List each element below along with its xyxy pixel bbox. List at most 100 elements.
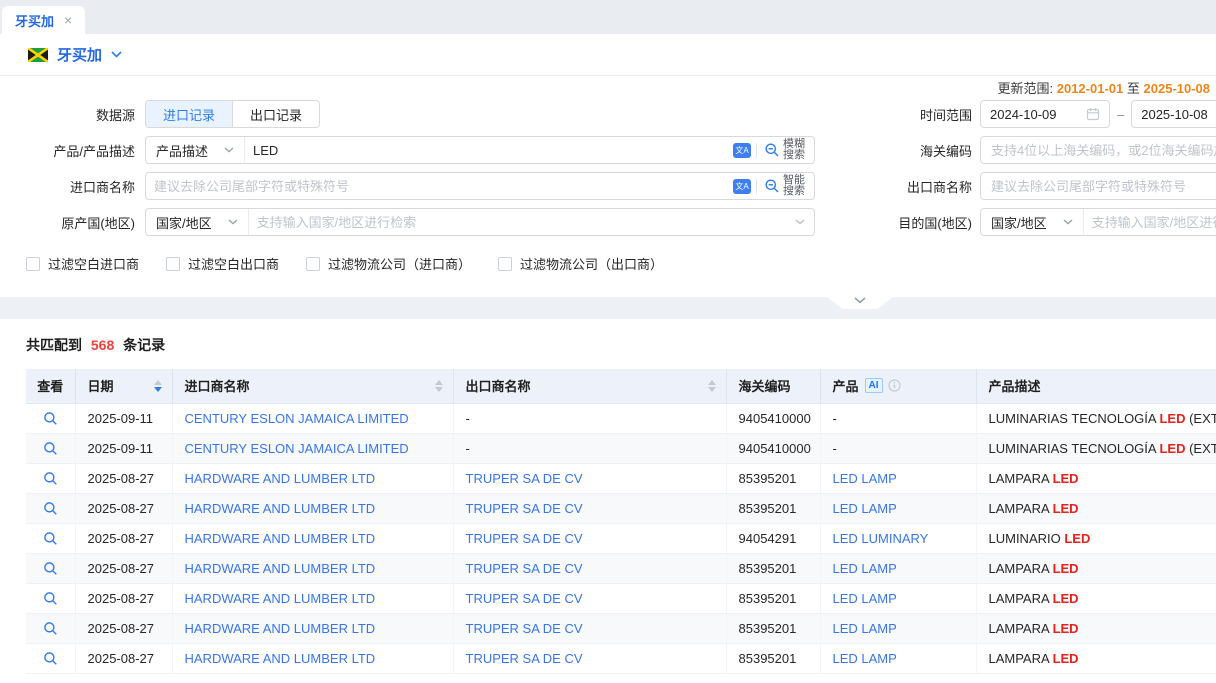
importer-link[interactable]: CENTURY ESLON JAMAICA LIMITED bbox=[185, 411, 409, 426]
description-cell: LAMPARA LED bbox=[976, 583, 1216, 613]
importer-link[interactable]: HARDWARE AND LUMBER LTD bbox=[185, 531, 376, 546]
table-row: 2025-09-11 CENTURY ESLON JAMAICA LIMITED… bbox=[26, 433, 1216, 463]
sort-control-date[interactable] bbox=[152, 378, 164, 394]
product-search-input[interactable] bbox=[245, 138, 733, 162]
product-link[interactable]: LED LAMP bbox=[833, 621, 897, 636]
chevron-down-icon[interactable] bbox=[111, 51, 122, 58]
exporter-link[interactable]: TRUPER SA DE CV bbox=[466, 651, 583, 666]
hs-code-input[interactable] bbox=[980, 136, 1216, 164]
chevron-down-icon bbox=[228, 219, 238, 225]
translate-icon[interactable]: 文A bbox=[733, 143, 751, 158]
importer-link[interactable]: HARDWARE AND LUMBER LTD bbox=[185, 501, 376, 516]
table-row: 2025-09-11 CENTURY ESLON JAMAICA LIMITED… bbox=[26, 403, 1216, 433]
tab-export-records[interactable]: 出口记录 bbox=[232, 101, 319, 127]
view-cell bbox=[26, 463, 75, 493]
country-header: 牙买加 bbox=[0, 34, 1216, 76]
importer-link[interactable]: HARDWARE AND LUMBER LTD bbox=[185, 591, 376, 606]
fuzzy-search-button[interactable]: 模糊搜索 bbox=[762, 139, 814, 161]
importer-link[interactable]: HARDWARE AND LUMBER LTD bbox=[185, 471, 376, 486]
dest-country-select-value: 国家/地区 bbox=[991, 213, 1047, 232]
importer-name-input[interactable] bbox=[146, 174, 733, 198]
view-magnifier-icon[interactable] bbox=[43, 501, 58, 516]
tab-label: 牙买加 bbox=[15, 11, 54, 30]
exporter-link[interactable]: TRUPER SA DE CV bbox=[466, 591, 583, 606]
smart-search-label: 智能搜索 bbox=[783, 175, 807, 197]
close-icon[interactable]: × bbox=[64, 13, 72, 27]
hs-code-cell: 9405410000 bbox=[739, 411, 811, 426]
jamaica-flag-icon bbox=[28, 48, 48, 62]
column-header-exporter: 出口商名称 bbox=[453, 369, 726, 403]
results-panel: 共匹配到 568 条记录 查看 日期 bbox=[0, 319, 1216, 674]
product-link[interactable]: LED LAMP bbox=[833, 561, 897, 576]
tab-import-records[interactable]: 进口记录 bbox=[146, 101, 232, 127]
highlight-keyword: LED bbox=[1053, 561, 1079, 576]
checkbox-icon bbox=[306, 257, 320, 271]
importer-label: 进口商名称 bbox=[0, 177, 135, 196]
importer-link[interactable]: CENTURY ESLON JAMAICA LIMITED bbox=[185, 441, 409, 456]
importer-link[interactable]: HARDWARE AND LUMBER LTD bbox=[185, 651, 376, 666]
translate-icon[interactable]: 文A bbox=[733, 179, 751, 194]
dest-country-select[interactable]: 国家/地区 bbox=[981, 209, 1084, 235]
checkbox-filter-logistics-exporter[interactable]: 过滤物流公司（出口商） bbox=[498, 254, 663, 273]
date-cell: 2025-08-27 bbox=[88, 471, 155, 486]
start-date-input[interactable]: 2024-10-09 bbox=[980, 100, 1110, 128]
product-link[interactable]: LED LAMP bbox=[833, 471, 897, 486]
table-row: 2025-08-27 HARDWARE AND LUMBER LTD TRUPE… bbox=[26, 493, 1216, 523]
tab-jamaica[interactable]: 牙买加 × bbox=[2, 6, 85, 34]
date-cell: 2025-08-27 bbox=[88, 591, 155, 606]
view-magnifier-icon[interactable] bbox=[43, 591, 58, 606]
product-link[interactable]: LED LUMINARY bbox=[833, 531, 929, 546]
table-body: 2025-09-11 CENTURY ESLON JAMAICA LIMITED… bbox=[26, 403, 1216, 673]
exporter-link[interactable]: TRUPER SA DE CV bbox=[466, 501, 583, 516]
view-magnifier-icon[interactable] bbox=[43, 621, 58, 636]
hs-code-cell: 85395201 bbox=[739, 471, 797, 486]
exporter-link[interactable]: TRUPER SA DE CV bbox=[466, 561, 583, 576]
count-prefix: 共匹配到 bbox=[26, 337, 82, 353]
column-header-description: 产品描述 bbox=[976, 369, 1216, 403]
origin-country-select[interactable]: 国家/地区 bbox=[146, 209, 249, 235]
exporter-link[interactable]: TRUPER SA DE CV bbox=[466, 471, 583, 486]
column-header-view: 查看 bbox=[26, 369, 75, 403]
exporter-link[interactable]: TRUPER SA DE CV bbox=[466, 621, 583, 636]
view-magnifier-icon[interactable] bbox=[43, 441, 58, 456]
product-link[interactable]: LED LAMP bbox=[833, 591, 897, 606]
date-cell: 2025-08-27 bbox=[88, 531, 155, 546]
exporter-link[interactable]: TRUPER SA DE CV bbox=[466, 531, 583, 546]
checkbox-icon bbox=[166, 257, 180, 271]
hs-code-cell: 9405410000 bbox=[739, 441, 811, 456]
sort-control-importer[interactable] bbox=[433, 378, 445, 394]
origin-country-input[interactable] bbox=[249, 210, 795, 234]
product-link[interactable]: LED LAMP bbox=[833, 501, 897, 516]
tab-bar: 牙买加 × bbox=[0, 0, 1216, 34]
checkbox-icon bbox=[498, 257, 512, 271]
smart-search-button[interactable]: 智能搜索 bbox=[762, 175, 814, 197]
search-icon bbox=[764, 142, 780, 158]
importer-link[interactable]: HARDWARE AND LUMBER LTD bbox=[185, 561, 376, 576]
country-selector[interactable]: 牙买加 bbox=[57, 44, 102, 65]
checkbox-filter-logistics-importer[interactable]: 过滤物流公司（进口商） bbox=[306, 254, 471, 273]
importer-link[interactable]: HARDWARE AND LUMBER LTD bbox=[185, 621, 376, 636]
exporter-name-input[interactable] bbox=[980, 172, 1216, 200]
chevron-down-icon[interactable] bbox=[795, 219, 805, 225]
table-row: 2025-08-27 HARDWARE AND LUMBER LTD TRUPE… bbox=[26, 463, 1216, 493]
view-magnifier-icon[interactable] bbox=[43, 561, 58, 576]
product-field-select[interactable]: 产品描述 bbox=[146, 137, 245, 163]
sort-control-exporter[interactable] bbox=[706, 378, 718, 394]
fuzzy-search-label: 模糊搜索 bbox=[783, 139, 807, 161]
description-cell: LUMINARIAS TECNOLOGÍA LED (EXT... bbox=[976, 433, 1216, 463]
update-range-label: 更新范围: bbox=[997, 81, 1053, 96]
view-magnifier-icon[interactable] bbox=[43, 531, 58, 546]
checkbox-filter-blank-importer[interactable]: 过滤空白进口商 bbox=[26, 254, 139, 273]
end-date-input[interactable]: 2025-10-08 bbox=[1131, 100, 1216, 128]
dest-country-input[interactable] bbox=[1084, 210, 1216, 234]
view-magnifier-icon[interactable] bbox=[43, 411, 58, 426]
product-link[interactable]: LED LAMP bbox=[833, 651, 897, 666]
view-magnifier-icon[interactable] bbox=[43, 471, 58, 486]
checkbox-filter-blank-exporter[interactable]: 过滤空白出口商 bbox=[166, 254, 279, 273]
count-number: 568 bbox=[91, 337, 114, 353]
hs-code-cell: 85395201 bbox=[739, 651, 797, 666]
update-range-to-word: 至 bbox=[1127, 81, 1140, 96]
column-header-importer: 进口商名称 bbox=[172, 369, 453, 403]
view-magnifier-icon[interactable] bbox=[43, 651, 58, 666]
info-icon[interactable] bbox=[888, 379, 901, 392]
